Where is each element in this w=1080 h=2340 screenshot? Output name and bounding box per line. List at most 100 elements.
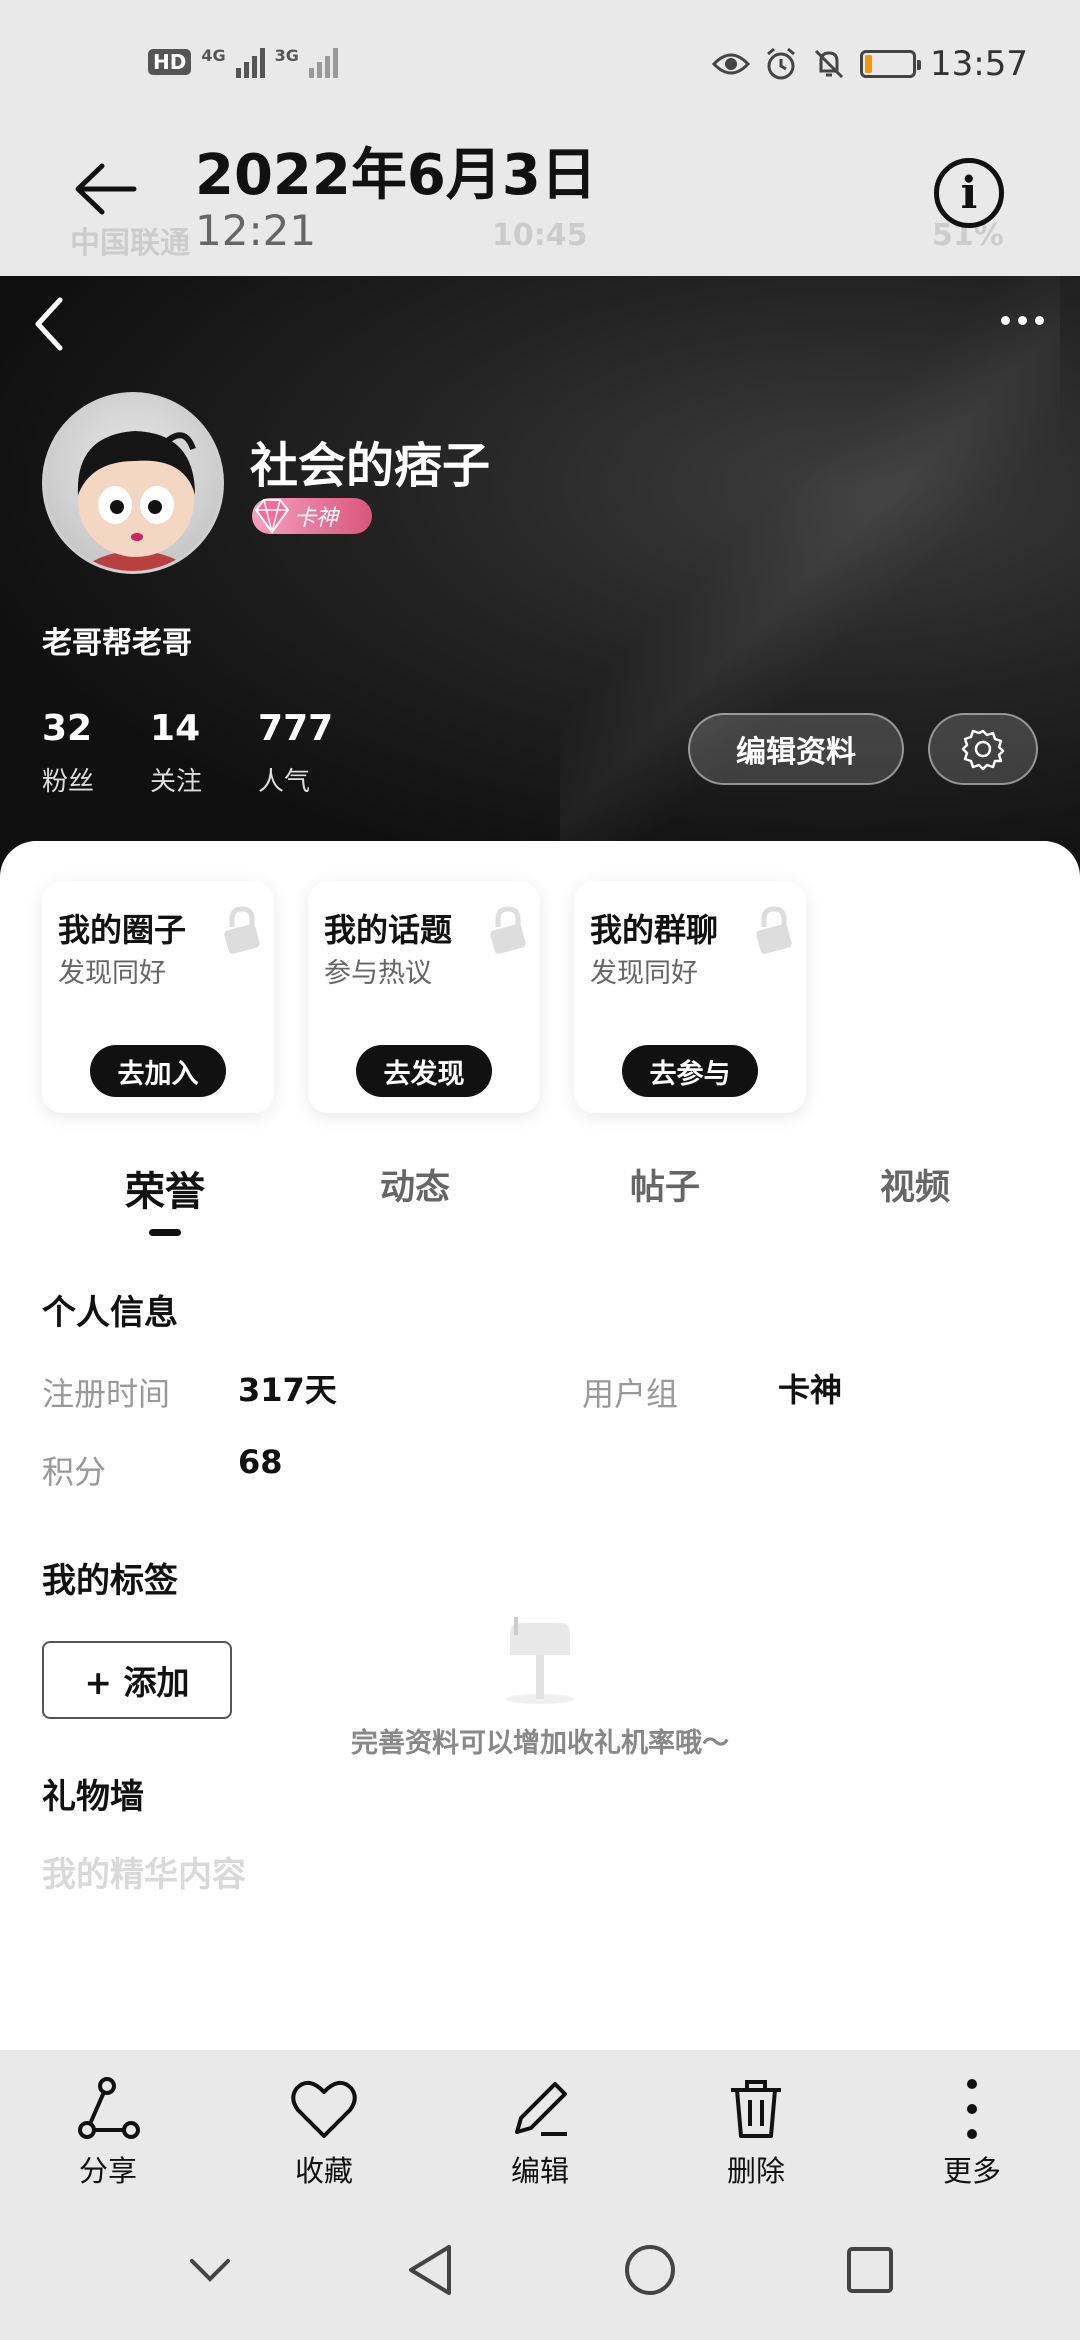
action-label: 编辑 xyxy=(510,2154,569,2188)
card-subtitle: 参与热议 xyxy=(324,958,432,989)
action-label: 分享 xyxy=(78,2154,137,2188)
tab-posts[interactable]: 帖子 xyxy=(540,1159,790,1217)
my-tags-title: 我的标签 xyxy=(42,1561,178,1601)
edit-icon xyxy=(515,2082,567,2136)
user-bio: 老哥帮老哥 xyxy=(42,626,192,661)
badge-label: 卡神 xyxy=(294,506,339,531)
status-icons: 13:57 xyxy=(712,44,1028,84)
mailbox-icon xyxy=(506,1617,574,1704)
hd-indicator: HD xyxy=(148,49,192,75)
diamond-icon xyxy=(254,499,290,534)
stat-following[interactable]: 14 关注 xyxy=(150,708,202,798)
card-topics[interactable]: 我的话题 参与热议 去发现 xyxy=(308,881,540,1113)
profile-header: 社会的痞子 卡神 老哥帮老哥 32 粉丝 14 关注 777 人气 编辑资料 xyxy=(0,276,1080,876)
edit-button[interactable]: 编辑 xyxy=(432,2050,648,2200)
more-button[interactable]: 更多 xyxy=(864,2050,1080,2200)
settings-button[interactable] xyxy=(928,713,1038,785)
points-label: 积分 xyxy=(42,1453,107,1491)
nav-recents-button[interactable] xyxy=(760,2200,980,2340)
add-tag-button[interactable]: + 添加 xyxy=(42,1641,232,1719)
stat-number: 32 xyxy=(42,708,93,749)
join-circle-button[interactable]: 去加入 xyxy=(90,1045,226,1097)
username: 社会的痞子 xyxy=(250,438,491,494)
screenshot-content: 社会的痞子 卡神 老哥帮老哥 32 粉丝 14 关注 777 人气 编辑资料 我的圈子… xyxy=(0,276,1080,2050)
stat-label: 粉丝 xyxy=(42,767,95,797)
favorite-button[interactable]: 收藏 xyxy=(216,2050,432,2200)
ghost-time: 10:45 xyxy=(492,218,588,253)
gear-icon xyxy=(961,729,1005,771)
square-recents-icon xyxy=(847,2247,893,2293)
tab-videos[interactable]: 视频 xyxy=(790,1159,1040,1217)
clock: 13:57 xyxy=(930,44,1028,84)
circle-home-icon xyxy=(625,2245,675,2295)
profile-tabs: 荣誉 动态 帖子 视频 xyxy=(0,1159,1080,1217)
stat-label: 关注 xyxy=(150,767,203,797)
action-label: 删除 xyxy=(726,2154,785,2188)
nav-back-button[interactable] xyxy=(320,2200,540,2340)
personal-info-title: 个人信息 xyxy=(42,1293,178,1333)
lock-icon xyxy=(224,906,260,954)
ghost-carrier: 中国联通 xyxy=(70,226,190,261)
reg-time-label: 注册时间 xyxy=(42,1375,171,1413)
gift-empty-tip: 完善资料可以增加收礼机率哦～ xyxy=(351,1728,729,1759)
action-label: 收藏 xyxy=(294,2154,353,2188)
net-4g-label: 4G xyxy=(201,46,226,65)
back-arrow-icon[interactable] xyxy=(72,156,138,222)
card-title: 我的圈子 xyxy=(58,911,187,949)
lock-icon xyxy=(756,906,792,954)
system-status-bar: HD 4G 3G 13:57 xyxy=(0,0,1080,130)
photo-time: 12:21 xyxy=(195,206,317,255)
tab-activity[interactable]: 动态 xyxy=(290,1159,540,1217)
chevron-down-icon xyxy=(190,2259,230,2282)
nav-collapse-button[interactable] xyxy=(100,2200,320,2340)
heart-icon xyxy=(291,2080,357,2138)
stat-number: 777 xyxy=(258,708,334,749)
stat-number: 14 xyxy=(150,708,201,749)
mute-icon xyxy=(814,49,844,79)
card-title: 我的群聊 xyxy=(590,911,719,949)
more-icon xyxy=(967,2079,977,2139)
edit-profile-button[interactable]: 编辑资料 xyxy=(688,713,904,785)
discover-topic-button[interactable]: 去发现 xyxy=(356,1045,492,1097)
user-badge: 卡神 xyxy=(252,498,372,534)
alarm-icon xyxy=(767,47,795,80)
action-label: 更多 xyxy=(942,2154,1001,2188)
network-indicators: HD 4G 3G xyxy=(148,46,338,78)
share-button[interactable]: 分享 xyxy=(0,2050,216,2200)
signal-icon-2 xyxy=(308,46,338,78)
feature-cards: 我的圈子 发现同好 去加入 我的话题 参与热议 去发现 我的群聊 发现同好 去参… xyxy=(42,881,806,1113)
ghost-battery: 51% xyxy=(932,218,1004,253)
delete-button[interactable]: 删除 xyxy=(648,2050,864,2200)
card-subtitle: 发现同好 xyxy=(590,958,698,989)
card-groups[interactable]: 我的群聊 发现同好 去参与 xyxy=(574,881,806,1113)
battery-icon xyxy=(860,50,922,78)
photo-date: 2022年6月3日 xyxy=(195,143,597,208)
share-icon xyxy=(78,2077,140,2139)
user-group-label: 用户组 xyxy=(582,1375,679,1413)
gift-wall-title: 礼物墙 xyxy=(42,1777,144,1817)
card-circles[interactable]: 我的圈子 发现同好 去加入 xyxy=(42,881,274,1113)
stat-popularity[interactable]: 777 人气 xyxy=(258,708,333,798)
avatar[interactable] xyxy=(42,392,224,574)
join-group-button[interactable]: 去参与 xyxy=(622,1045,758,1097)
system-nav-bar xyxy=(0,2200,1080,2340)
eye-icon xyxy=(712,53,751,75)
signal-icon xyxy=(235,46,265,78)
ghost-section-title: 我的精华内容 xyxy=(42,1855,246,1895)
tab-honor[interactable]: 荣誉 xyxy=(40,1159,290,1217)
triangle-back-icon xyxy=(409,2245,451,2295)
profile-stats: 32 粉丝 14 关注 777 人气 xyxy=(42,708,333,798)
stat-fans[interactable]: 32 粉丝 xyxy=(42,708,94,798)
trash-icon xyxy=(731,2080,781,2138)
chevron-left-icon[interactable] xyxy=(30,294,70,354)
stat-label: 人气 xyxy=(258,767,311,797)
nav-home-button[interactable] xyxy=(540,2200,760,2340)
viewer-action-bar: 分享 收藏 编辑 删除 更多 xyxy=(0,2050,1080,2200)
card-subtitle: 发现同好 xyxy=(58,958,166,989)
card-title: 我的话题 xyxy=(324,911,453,949)
points-value: 68 xyxy=(238,1443,283,1481)
lock-icon xyxy=(490,906,526,954)
more-dots-icon[interactable] xyxy=(1001,316,1044,325)
net-3g-label: 3G xyxy=(274,46,299,65)
reg-time-value: 317天 xyxy=(238,1371,337,1409)
